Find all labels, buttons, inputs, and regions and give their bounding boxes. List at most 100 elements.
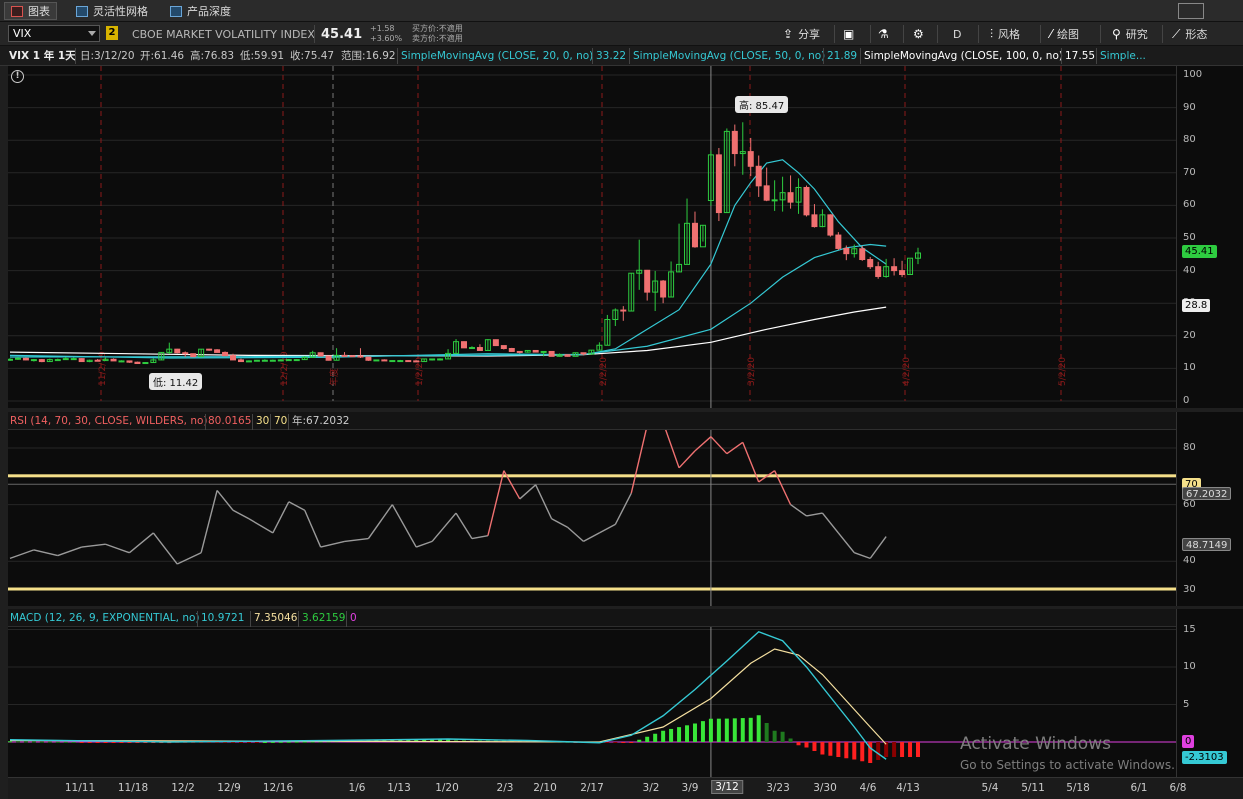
window-restore-button[interactable] (1178, 3, 1204, 19)
candle-body (891, 266, 898, 272)
time-axis-label: 3/9 (681, 782, 699, 794)
macd-histogram-bar (47, 741, 52, 743)
lab-button[interactable]: ⚗ (878, 25, 894, 43)
candle-body (620, 309, 627, 312)
time-axis-label: 3/23 (766, 782, 790, 794)
macd-histogram-bar (286, 741, 291, 743)
candle-body (206, 348, 213, 351)
macd-histogram-bar (677, 727, 682, 742)
macd-histogram-bar (820, 742, 825, 755)
rsi-segment (519, 484, 537, 500)
patterns-button[interactable]: ⟋ 形态 (1172, 25, 1207, 43)
candle-body (78, 358, 85, 363)
macd-chart[interactable] (8, 627, 1176, 777)
period-label: 4/2/20 (902, 357, 912, 386)
settings-button[interactable]: ⚙ (913, 25, 929, 43)
sma-more-label: Simple... (1100, 50, 1146, 62)
time-axis-label: 2/10 (533, 782, 557, 794)
drawings-button[interactable]: ⁄ 绘图 (1050, 25, 1079, 43)
style-button[interactable]: ⫶ 风格 (990, 25, 1020, 43)
price-panel[interactable]: 11/2/19 12/2/19 年度 1/2/20 2/2/20 3/2/20 4/2/20… (7, 66, 1176, 408)
candle-body (381, 359, 388, 362)
title-bar: 图表 灵活性网格 产品深度 (0, 0, 1243, 22)
rsi-segment (837, 532, 855, 554)
rsi-segment (344, 537, 369, 543)
rsi-chart[interactable] (8, 421, 1176, 606)
rsi-oversold-line (8, 587, 1176, 591)
time-axis[interactable]: 11/11 11/18 12/2 12/9 12/16 1/6 1/13 1/20 2/3 2/1… (8, 777, 1243, 799)
candle-body (214, 349, 221, 353)
symbol-input[interactable]: VIX (8, 25, 100, 42)
macd-last-pill: -2.3103 (1182, 751, 1227, 764)
rsi-segment (9, 549, 35, 560)
price-axis-tick: 80 (1183, 134, 1196, 146)
chart-icon (11, 5, 23, 17)
link-badge[interactable]: 2 (106, 26, 118, 40)
rsi-panel[interactable] (8, 421, 1176, 606)
macd-histogram-bar (87, 742, 92, 743)
price-axis-tick: 50 (1183, 232, 1196, 243)
tab-depth-label: 产品深度 (187, 5, 231, 18)
candle-body (508, 348, 515, 352)
candle-body (437, 358, 444, 361)
candle-body (835, 234, 842, 249)
rsi-segment (216, 490, 234, 511)
rsi-ob: 30 (256, 415, 270, 427)
candle-body (22, 357, 29, 361)
macd-histogram-bar (63, 741, 68, 743)
rsi-overbought-line (8, 474, 1176, 478)
candle-body (540, 350, 547, 353)
macd-histogram-bar (692, 723, 697, 742)
rsi-segment (710, 436, 728, 455)
symbol-description: CBOE MARKET VOLATILITY INDEX (132, 27, 315, 41)
time-axis-label: 1/13 (387, 782, 411, 794)
candle-body (94, 359, 101, 362)
macd-axis-tick: 15 (1183, 623, 1196, 635)
candle-body (715, 154, 722, 214)
tab-chart[interactable]: 图表 (4, 2, 57, 20)
patterns-label: 形态 (1185, 28, 1208, 41)
quick-chart-button[interactable]: ▣ (843, 25, 859, 43)
price-chart[interactable]: 11/2/19 12/2/19 年度 1/2/20 2/2/20 3/2/20 4/2/20… (7, 66, 1176, 408)
candle-body (875, 266, 882, 277)
rsi-segment (431, 512, 457, 542)
macd-histogram-bar (15, 741, 20, 743)
macd-histogram-bar (892, 742, 897, 757)
macd-histogram-bar (8, 741, 12, 743)
candle-body (811, 214, 818, 228)
candle-body (476, 347, 483, 351)
candle-body (38, 359, 45, 363)
patterns-icon: ⟋ (1172, 26, 1181, 41)
watermark-subtitle: Go to Settings to activate Windows. (960, 758, 1175, 772)
price-axis-tick: 100 (1183, 69, 1203, 80)
period-label: 5/2/20 (1058, 357, 1068, 386)
macd-histogram-bar (605, 742, 610, 743)
price-axis-tick: 0 (1183, 395, 1190, 406)
tab-product-depth[interactable]: 产品深度 (164, 2, 237, 20)
bar-low: 低:59.91 (240, 50, 285, 62)
candle-body (660, 280, 667, 298)
period-button[interactable]: D (953, 25, 961, 43)
pct-change: +3.60% (370, 34, 403, 43)
macd-histogram-bar (836, 742, 841, 757)
macd-histogram-bar (270, 741, 275, 743)
candle-body (134, 361, 141, 365)
candle-body (405, 360, 412, 363)
macd-panel[interactable] (8, 627, 1176, 777)
studies-button[interactable]: ⚲ 研究 (1112, 25, 1148, 43)
macd-histogram-bar (653, 733, 658, 742)
chevron-down-icon[interactable] (88, 31, 96, 36)
alert-icon[interactable]: ! (11, 70, 24, 83)
share-button[interactable]: ⇪ 分享 (783, 25, 820, 43)
rsi-segment (232, 509, 250, 520)
candle-body (277, 359, 284, 362)
macd-axis-tick: 10 (1183, 661, 1196, 672)
macd-header: MACD (12, 26, 9, EXPONENTIAL, no) 10.972… (8, 609, 1176, 627)
candle-body (413, 360, 420, 363)
candle-body (70, 358, 77, 361)
rsi-segment (551, 518, 568, 528)
time-axis-label: 2/3 (496, 782, 514, 794)
macd-histogram-bar (716, 718, 721, 742)
tab-flexible-grid[interactable]: 灵活性网格 (70, 2, 154, 20)
macd-label: MACD (12, 26, 9, EXPONENTIAL, no) (10, 612, 200, 624)
